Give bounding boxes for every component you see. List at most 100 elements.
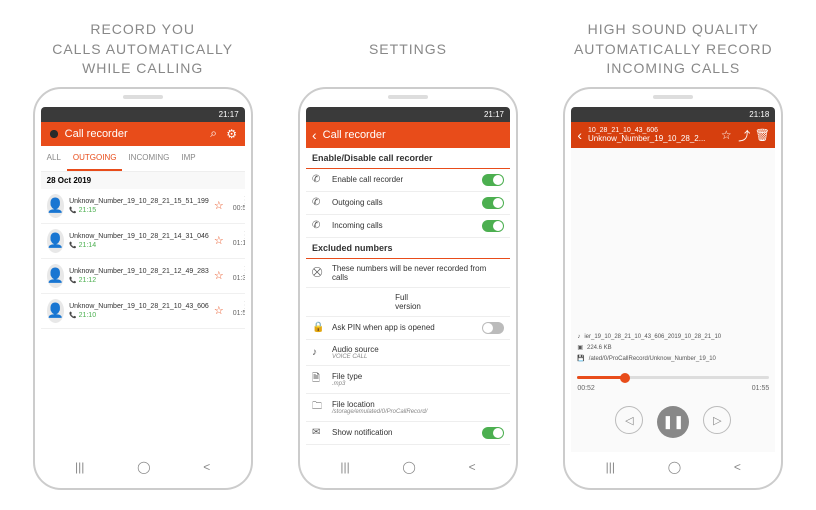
avatar-icon: 👤 [47, 264, 64, 288]
row-notification[interactable]: ✉Show notification [306, 422, 510, 445]
file-size: 224.6 KB [587, 345, 612, 351]
back-icon[interactable]: ‹ [312, 127, 317, 143]
date-header: 28 Oct 2019 [41, 172, 245, 189]
recording-time: 21:15 [69, 206, 209, 216]
row-file-location[interactable]: 🗀File location/storage/emulated/0/ProCal… [306, 394, 510, 422]
app-title: Call recorder [65, 128, 203, 140]
star-icon[interactable]: ☆ [214, 304, 224, 317]
music-icon: ♪ [577, 334, 580, 340]
time-current: 00:52 [577, 385, 595, 392]
col1-title: RECORD YOU CALLS AUTOMATICALLY WHILE CAL… [52, 20, 233, 79]
toggle-outgoing[interactable] [482, 197, 504, 209]
recording-duration: 00:53 [233, 205, 245, 212]
android-nav: ||| ◯ < [306, 452, 510, 482]
recording-time: 21:10 [69, 311, 209, 321]
block-icon: ⛒ [312, 267, 326, 278]
row-full-version[interactable]: Full version [306, 288, 510, 317]
file-name: ier_19_10_28_21_10_43_606_2019_10_28_21_… [584, 334, 721, 340]
nav-back-icon[interactable]: < [734, 460, 741, 474]
progress-bar[interactable] [577, 376, 769, 379]
folder-icon: 🗀 [312, 399, 326, 416]
delete-icon[interactable]: 🗑 [755, 128, 769, 142]
tab-incoming[interactable]: INCOMING [122, 146, 175, 171]
recording-row[interactable]: 👤 Unknow_Number_19_10_28_21_10_43_60621:1… [41, 294, 245, 329]
more-icon[interactable]: ⋮ [240, 199, 244, 203]
row-incoming[interactable]: ✆Incoming calls [306, 215, 510, 238]
avatar-icon: 👤 [47, 229, 64, 253]
tab-important[interactable]: IMP [175, 146, 201, 171]
toggle-notification[interactable] [482, 427, 504, 439]
nav-home-icon[interactable]: ◯ [668, 460, 681, 474]
lock-icon: 🔒 [312, 322, 326, 333]
bell-icon: ✉ [312, 427, 326, 438]
tab-all[interactable]: ALL [41, 146, 67, 171]
status-bar: 21:18 [571, 107, 775, 122]
row-excluded[interactable]: ⛒These numbers will be never recorded fr… [306, 259, 510, 288]
recording-name: Unknow_Number_19_10_28_21_12_49_283 [69, 267, 209, 276]
back-icon[interactable]: ‹ [577, 127, 582, 143]
player-app-bar: ‹ 10_28_21_10_43_606 Unknow_Number_19_10… [571, 122, 775, 148]
size-icon: ▣ [577, 344, 583, 351]
phone-frame-1: 21:17 Call recorder ⌕ ⚙ ALL OUTGOING INC… [33, 87, 253, 490]
phone-frame-2: 21:17 ‹ Call recorder Enable/Disable cal… [298, 87, 518, 490]
recording-duration: 01:34 [233, 275, 245, 282]
star-icon[interactable]: ☆ [214, 199, 224, 212]
tab-bar: ALL OUTGOING INCOMING IMP [41, 146, 245, 172]
nav-home-icon[interactable]: ◯ [402, 460, 415, 474]
search-icon[interactable]: ⌕ [207, 127, 221, 141]
nav-recents-icon[interactable]: ||| [75, 460, 84, 474]
more-icon[interactable]: ⋮ [240, 304, 244, 308]
android-nav: ||| ◯ < [41, 452, 245, 482]
settings-app-bar: ‹ Call recorder [306, 122, 510, 148]
recording-duration: 01:17 [233, 240, 245, 247]
col2-title: SETTINGS [369, 20, 447, 79]
tab-outgoing[interactable]: OUTGOING [67, 146, 123, 171]
more-icon[interactable]: ⋮ [240, 234, 244, 238]
more-icon[interactable]: ⋮ [240, 269, 244, 273]
recording-row[interactable]: 👤Unknow_Number_19_10_28_21_14_31_04621:1… [41, 224, 245, 259]
row-audio-source[interactable]: ♪Audio sourceVOICE CALL [306, 340, 510, 366]
app-bar: Call recorder ⌕ ⚙ [41, 122, 245, 146]
star-icon[interactable]: ☆ [214, 234, 224, 247]
recording-name: Unknow_Number_19_10_28_21_14_31_046 [69, 232, 209, 241]
toggle-pin[interactable] [482, 322, 504, 334]
toggle-incoming[interactable] [482, 220, 504, 232]
row-enable[interactable]: ✆Enable call recorder [306, 169, 510, 192]
nav-back-icon[interactable]: < [203, 460, 210, 474]
nav-recents-icon[interactable]: ||| [606, 460, 615, 474]
recording-time: 21:12 [69, 276, 209, 286]
phone-out-icon: ✆ [312, 197, 326, 208]
audio-icon: ♪ [312, 347, 326, 358]
app-logo-icon [47, 127, 61, 141]
pause-button[interactable]: ❚❚ [657, 406, 689, 438]
nav-recents-icon[interactable]: ||| [340, 460, 349, 474]
time-total: 01:55 [752, 385, 770, 392]
nav-home-icon[interactable]: ◯ [137, 460, 150, 474]
phone-frame-3: 21:18 ‹ 10_28_21_10_43_606 Unknow_Number… [563, 87, 783, 490]
file-icon: 🗎 [312, 371, 326, 388]
player-line2: Unknow_Number_19_10_28_2... [588, 135, 715, 144]
row-outgoing[interactable]: ✆Outgoing calls [306, 192, 510, 215]
share-icon[interactable]: ⤴ [737, 128, 751, 142]
recording-row[interactable]: 👤 Unknow_Number_19_10_28_21_12_49_28321:1… [41, 259, 245, 294]
phone-icon: ✆ [312, 174, 326, 185]
star-icon[interactable]: ☆ [719, 128, 733, 142]
recording-name: Unknow_Number_19_10_28_21_10_43_606 [69, 302, 209, 311]
col3-title: HIGH SOUND QUALITY AUTOMATICALLY RECORD … [574, 20, 773, 79]
row-file-type[interactable]: 🗎File type.mp3 [306, 366, 510, 394]
row-pin[interactable]: 🔒Ask PIN when app is opened [306, 317, 510, 340]
toggle-enable[interactable] [482, 174, 504, 186]
settings-icon[interactable]: ⚙ [225, 127, 239, 141]
section-enable: Enable/Disable call recorder [306, 148, 510, 169]
nav-back-icon[interactable]: < [469, 460, 476, 474]
avatar-icon: 👤 [47, 194, 64, 218]
status-bar: 21:17 [41, 107, 245, 122]
next-button[interactable]: ▷ [703, 406, 731, 434]
section-excluded: Excluded numbers [306, 238, 510, 259]
recording-duration: 01:55 [233, 310, 245, 317]
prev-button[interactable]: ◁ [615, 406, 643, 434]
avatar-icon: 👤 [47, 299, 64, 323]
recording-row[interactable]: 👤Unknow_Number_19_10_28_21_15_51_19921:1… [41, 189, 245, 224]
phone-in-icon: ✆ [312, 220, 326, 231]
star-icon[interactable]: ☆ [214, 269, 224, 282]
